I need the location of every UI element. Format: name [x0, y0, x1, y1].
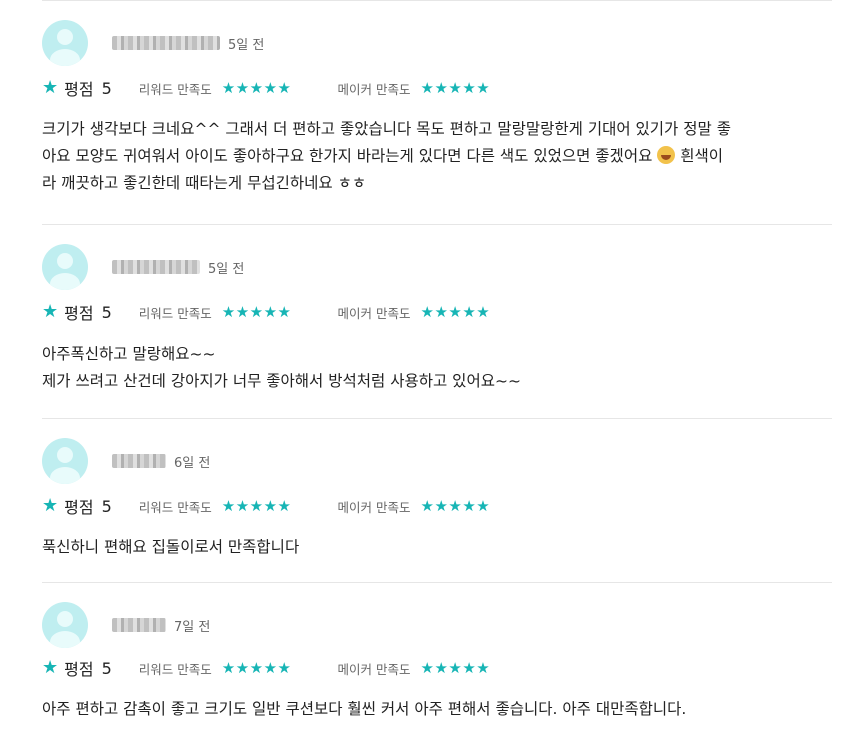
review-item: 6일 전 ★ 평점 5 리워드 만족도 ★★★★★ 메이커 만족도 ★★★★★ …	[42, 418, 832, 582]
rating-label: 평점	[64, 304, 94, 323]
maker-satisfaction-label: 메이커 만족도	[337, 499, 411, 515]
review-header: 7일 전	[42, 602, 210, 648]
review-header: 5일 전	[42, 244, 244, 290]
maker-satisfaction-label: 메이커 만족도	[337, 305, 411, 321]
review-comment: 아주 편하고 감촉이 좋고 크기도 일반 쿠션보다 훨씬 커서 아주 편해서 좋…	[42, 696, 832, 723]
comment-line: 푹신하니 편해요 집돌이로서 만족합니다	[42, 538, 300, 556]
rating-row: ★ 평점 5 리워드 만족도 ★★★★★ 메이커 만족도 ★★★★★	[42, 657, 491, 680]
review-satisfaction-stars: ★★★★★	[221, 497, 292, 515]
review-header: 5일 전	[42, 20, 264, 66]
user-icon	[50, 253, 80, 290]
maker-satisfaction-stars: ★★★★★	[420, 303, 491, 321]
review-satisfaction-label: 리워드 만족도	[138, 305, 212, 321]
comment-line: 크기가 생각보다 크네요^^ 그래서 더 편하고 좋았습니다 목도 편하고 말랑…	[42, 120, 731, 138]
laughing-emoji-icon	[657, 146, 676, 164]
star-icon: ★	[42, 495, 59, 516]
star-icon: ★	[42, 301, 59, 322]
comment-line: 아요 모양도 귀여워서 아이도 좋아하구요 한가지 바라는게 있다면 다른 색도…	[42, 143, 832, 170]
review-item: 7일 전 ★ 평점 5 리워드 만족도 ★★★★★ 메이커 만족도 ★★★★★ …	[42, 582, 832, 737]
comment-line: 아주폭신하고 말랑해요~~	[42, 345, 216, 363]
rating-value: 5	[101, 658, 112, 678]
review-satisfaction-label: 리워드 만족도	[138, 499, 212, 515]
review-time: 5일 전	[208, 261, 245, 277]
review-time: 6일 전	[174, 455, 211, 471]
rating-value: 5	[101, 302, 112, 322]
user-icon	[50, 29, 80, 66]
review-header: 6일 전	[42, 438, 210, 484]
maker-satisfaction-label: 메이커 만족도	[337, 81, 411, 97]
review-item: 5일 전 ★ 평점 5 리워드 만족도 ★★★★★ 메이커 만족도 ★★★★★ …	[42, 224, 832, 418]
rating-row: ★ 평점 5 리워드 만족도 ★★★★★ 메이커 만족도 ★★★★★	[42, 495, 491, 518]
review-satisfaction-label: 리워드 만족도	[138, 661, 212, 677]
comment-line: 아주 편하고 감촉이 좋고 크기도 일반 쿠션보다 훨씬 커서 아주 편해서 좋…	[42, 700, 687, 718]
review-time: 5일 전	[228, 37, 265, 53]
username-blurred	[112, 618, 166, 632]
username-blurred	[112, 260, 200, 274]
star-icon: ★	[42, 77, 59, 98]
rating-label: 평점	[64, 660, 94, 679]
review-item: 5일 전 ★ 평점 5 리워드 만족도 ★★★★★ 메이커 만족도 ★★★★★ …	[42, 0, 832, 224]
comment-line-text: 아요 모양도 귀여워서 아이도 좋아하구요 한가지 바라는게 있다면 다른 색도…	[42, 147, 653, 165]
rating-label: 평점	[64, 498, 94, 517]
rating-row: ★ 평점 5 리워드 만족도 ★★★★★ 메이커 만족도 ★★★★★	[42, 77, 491, 100]
maker-satisfaction-stars: ★★★★★	[420, 497, 491, 515]
avatar[interactable]	[42, 438, 88, 484]
username-blurred	[112, 36, 220, 50]
maker-satisfaction-label: 메이커 만족도	[337, 661, 411, 677]
comment-line-text: 흰색이	[680, 147, 723, 165]
review-time: 7일 전	[174, 619, 211, 635]
avatar[interactable]	[42, 244, 88, 290]
rating-label: 평점	[64, 80, 94, 99]
review-satisfaction-stars: ★★★★★	[221, 303, 292, 321]
avatar[interactable]	[42, 602, 88, 648]
star-icon: ★	[42, 657, 59, 678]
review-comment: 푹신하니 편해요 집돌이로서 만족합니다	[42, 534, 832, 561]
review-comment: 크기가 생각보다 크네요^^ 그래서 더 편하고 좋았습니다 목도 편하고 말랑…	[42, 116, 832, 197]
review-list: 5일 전 ★ 평점 5 리워드 만족도 ★★★★★ 메이커 만족도 ★★★★★ …	[0, 0, 858, 737]
rating-value: 5	[101, 496, 112, 516]
maker-satisfaction-stars: ★★★★★	[420, 79, 491, 97]
review-satisfaction-stars: ★★★★★	[221, 79, 292, 97]
maker-satisfaction-stars: ★★★★★	[420, 659, 491, 677]
comment-line: 제가 쓰려고 산건데 강아지가 너무 좋아해서 방석처럼 사용하고 있어요~~	[42, 372, 521, 390]
user-icon	[50, 611, 80, 648]
user-icon	[50, 447, 80, 484]
comment-line: 라 깨끗하고 좋긴한데 때타는게 무섭긴하네요 ㅎㅎ	[42, 174, 367, 192]
avatar[interactable]	[42, 20, 88, 66]
rating-row: ★ 평점 5 리워드 만족도 ★★★★★ 메이커 만족도 ★★★★★	[42, 301, 491, 324]
username-blurred	[112, 454, 166, 468]
review-satisfaction-label: 리워드 만족도	[138, 81, 212, 97]
review-comment: 아주폭신하고 말랑해요~~ 제가 쓰려고 산건데 강아지가 너무 좋아해서 방석…	[42, 341, 832, 395]
rating-value: 5	[101, 78, 112, 98]
review-satisfaction-stars: ★★★★★	[221, 659, 292, 677]
